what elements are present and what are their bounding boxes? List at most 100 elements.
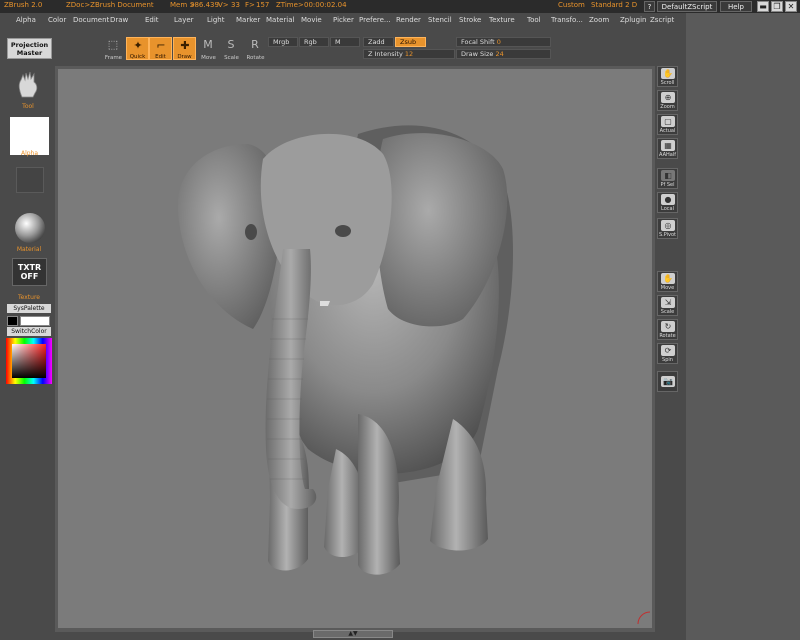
quick-icon: ✦ [133, 39, 143, 52]
tool-thumbnail[interactable] [14, 70, 42, 100]
z-intensity-slider[interactable]: Z Intensity 12 [363, 49, 455, 59]
draw-size-slider[interactable]: Draw Size 24 [456, 49, 551, 59]
aahalf-button[interactable]: ▦ AAHalf [657, 138, 678, 159]
menu-item-render[interactable]: Render [396, 16, 421, 24]
menu-item-document[interactable]: Document [73, 16, 109, 24]
restore-icon[interactable]: ❐ [771, 1, 783, 12]
zoom-label: Zoom [660, 104, 675, 110]
move-view-button[interactable]: ✋ Move [657, 271, 678, 292]
projection-master-button[interactable]: Projection Master [7, 38, 52, 59]
stencil-thumbnail[interactable] [16, 167, 44, 193]
focal-shift-slider[interactable]: Focal Shift 0 [456, 37, 551, 47]
switchcolor-button[interactable]: SwitchColor [7, 327, 51, 336]
close-icon[interactable]: ✕ [785, 1, 797, 12]
focal-shift-label: Focal Shift [461, 38, 495, 46]
vertex-readout: 33 [231, 1, 240, 9]
s-pivot-button[interactable]: ◎ S.Pivot [657, 218, 678, 239]
menu-item-draw[interactable]: Draw [110, 16, 128, 24]
zoom-icon: ⊕ [661, 92, 675, 103]
rotate-button[interactable]: R Rotate [244, 37, 267, 62]
hand-icon [18, 71, 38, 98]
menu-item-light[interactable]: Light [207, 16, 224, 24]
local-button[interactable]: ● Local [657, 192, 678, 213]
main-color-swatch[interactable] [7, 316, 18, 326]
minimize-icon[interactable]: ▬ [757, 1, 769, 12]
mrgb-button[interactable]: Mrgb [268, 37, 298, 47]
menu-item-zoom[interactable]: Zoom [589, 16, 609, 24]
menu-item-stencil[interactable]: Stencil [428, 16, 452, 24]
rgb-button[interactable]: Rgb [299, 37, 329, 47]
draw-size-value: 24 [495, 50, 504, 58]
menu-item-zplugin[interactable]: Zplugin [620, 16, 646, 24]
menu-item-color[interactable]: Color [48, 16, 66, 24]
edit-button[interactable]: ⌐ Edit [149, 37, 172, 60]
scroll-button[interactable]: ✋ Scroll [657, 66, 678, 87]
rotate-view-label: Rotate [659, 333, 676, 339]
zsub-button[interactable]: Zsub [395, 37, 426, 47]
menu-item-edit[interactable]: Edit [145, 16, 159, 24]
memory-readout: 386.439 [190, 1, 219, 9]
local-icon: ● [661, 194, 675, 205]
menu-item-movie[interactable]: Movie [301, 16, 322, 24]
help-question-button[interactable]: ? [644, 1, 655, 12]
scale-view-icon: ⇲ [661, 297, 675, 308]
material-sphere[interactable] [15, 213, 45, 243]
focal-shift-value: 0 [496, 38, 501, 46]
tray-divider[interactable] [680, 13, 686, 640]
rotate-view-button[interactable]: ↻ Rotate [657, 319, 678, 340]
default-zscript-button[interactable]: DefaultZScript [657, 1, 717, 12]
menu-item-marker[interactable]: Marker [236, 16, 260, 24]
rotate-view-icon: ↻ [661, 321, 675, 332]
material-label[interactable]: Material [8, 246, 50, 253]
custom-label[interactable]: Custom [558, 1, 585, 9]
zadd-button[interactable]: Zadd [363, 37, 394, 47]
layout-selector[interactable]: Standard 2 D [591, 1, 637, 9]
menu-item-picker[interactable]: Picker [333, 16, 354, 24]
menu-item-layer[interactable]: Layer [174, 16, 194, 24]
draw-icon: ✚ [180, 39, 190, 52]
tool-label[interactable]: Tool [10, 103, 46, 110]
off-text: OFF [20, 272, 39, 281]
alpha-label[interactable]: Alpha [10, 150, 49, 157]
texture-off-button[interactable]: TXTR OFF [12, 258, 47, 286]
m-button[interactable]: M [330, 37, 360, 47]
menu-item-zscript[interactable]: Zscript [650, 16, 674, 24]
pf-sel-button[interactable]: ◧ Pf Sel [657, 168, 678, 189]
menu-item-stroke[interactable]: Stroke [459, 16, 481, 24]
elephant-model[interactable] [58, 69, 652, 628]
snapshot-button[interactable]: 📷 [657, 371, 678, 392]
top-shelf: Projection Master ⬚ Frame ✦ Quick ⌐ Edit… [0, 30, 680, 66]
menu-item-tool[interactable]: Tool [527, 16, 541, 24]
secondary-color-swatch[interactable] [20, 316, 50, 326]
spin-icon: ⟳ [661, 345, 675, 356]
menu-item-material[interactable]: Material [266, 16, 294, 24]
document-canvas[interactable] [58, 69, 652, 628]
actual-button[interactable]: ▢ Actual [657, 114, 678, 135]
frame-button[interactable]: ⬚ Frame [102, 37, 125, 62]
scale-view-button[interactable]: ⇲ Scale [657, 295, 678, 316]
ztime-readout: 00:00:02.04 [304, 1, 347, 9]
menu-item-preferences[interactable]: Prefere... [359, 16, 391, 24]
pf-sel-icon: ◧ [661, 170, 675, 181]
syspalette-button[interactable]: SysPalette [7, 304, 51, 313]
menu-item-alpha[interactable]: Alpha [16, 16, 36, 24]
help-button[interactable]: Help [720, 1, 752, 12]
spin-button[interactable]: ⟳ Spin [657, 343, 678, 364]
draw-size-label: Draw Size [461, 50, 494, 58]
title-bar: ZBrush 2.0 ZDoc>ZBrush Document Mem > 38… [0, 0, 800, 13]
actual-size-icon: ▢ [661, 116, 675, 127]
scale-icon: S [227, 38, 235, 51]
rotate-icon: R [251, 38, 259, 51]
frame-icon: ⬚ [107, 38, 119, 51]
menu-item-texture[interactable]: Texture [489, 16, 515, 24]
z-intensity-value: 12 [404, 50, 414, 58]
texture-label[interactable]: Texture [8, 294, 50, 301]
scale-view-label: Scale [660, 309, 675, 315]
menu-item-transform[interactable]: Transfo... [551, 16, 583, 24]
move-hand-icon: ✋ [661, 273, 675, 284]
s-pivot-label: S.Pivot [658, 232, 677, 238]
bottom-collapse-icon[interactable]: ▲▼ [313, 630, 393, 638]
color-picker[interactable] [6, 338, 52, 384]
zoom-button[interactable]: ⊕ Zoom [657, 90, 678, 111]
color-picker-square[interactable] [12, 344, 46, 378]
